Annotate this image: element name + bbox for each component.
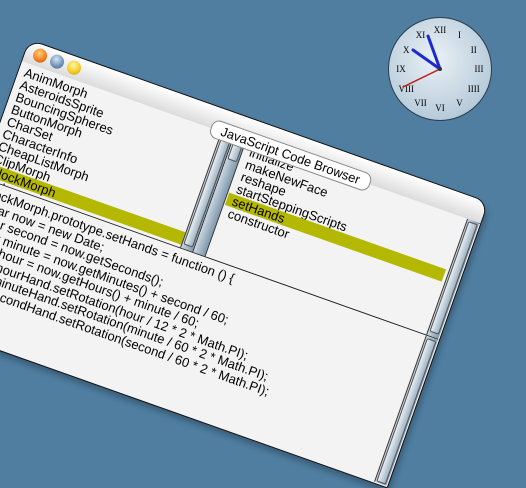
clock-morph[interactable]: XII I II III IIII V VI VII VIII IX X XI	[388, 17, 492, 121]
color-button[interactable]	[65, 58, 83, 77]
clock-hands	[402, 34, 442, 88]
scroll-thumb[interactable]	[376, 338, 437, 485]
source-scrollbar[interactable]	[374, 335, 439, 486]
collapse-button[interactable]	[48, 52, 66, 71]
close-button[interactable]	[31, 46, 50, 65]
second-hand	[402, 68, 441, 88]
